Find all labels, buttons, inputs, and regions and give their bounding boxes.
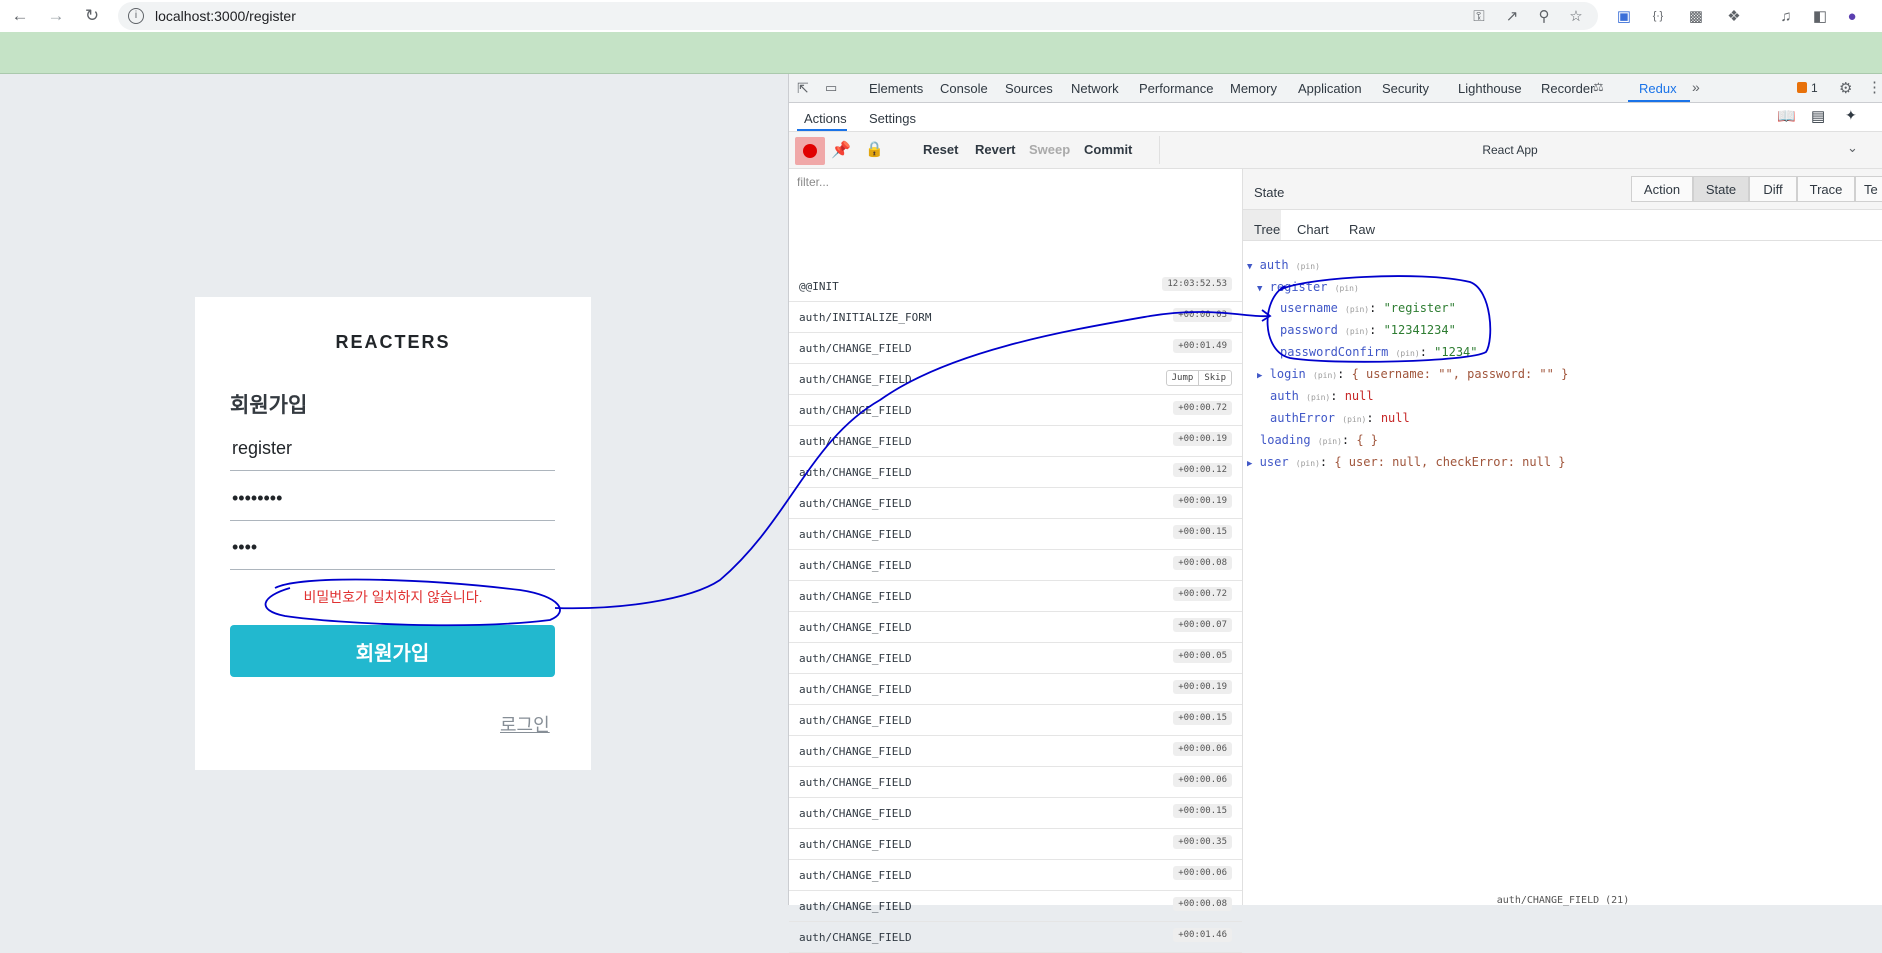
annotation-circle-state (1266, 275, 1492, 363)
action-row[interactable]: auth/CHANGE_FIELD +00:01.46 (789, 922, 1242, 953)
action-name: auth/CHANGE_FIELD (799, 930, 912, 944)
action-time: +00:01.46 (1173, 928, 1232, 942)
annotation-connector-line (554, 311, 1269, 610)
annotation-circle-error (264, 578, 561, 627)
annotation-overlay (264, 275, 1492, 627)
